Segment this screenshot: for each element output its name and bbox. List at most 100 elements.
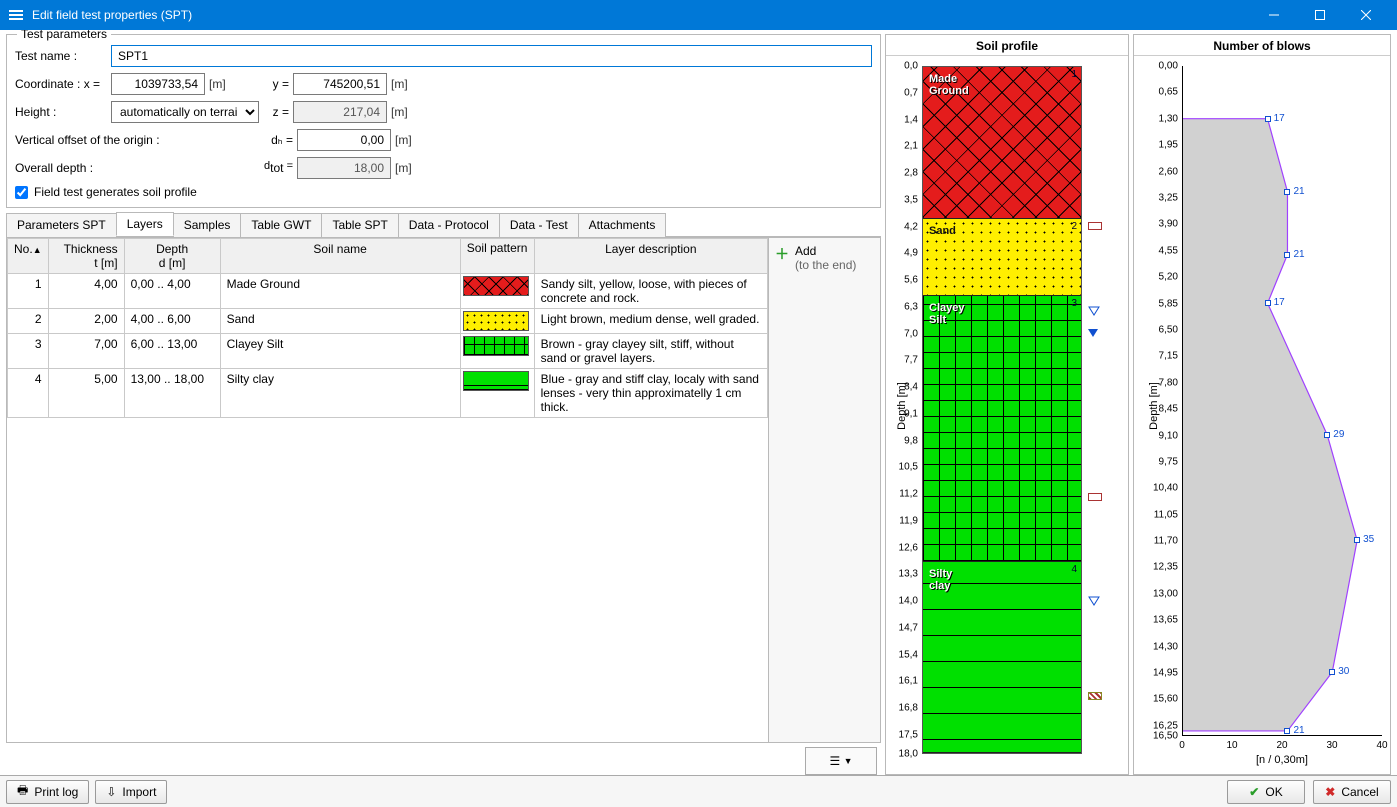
soil-layer: Sand2 <box>923 219 1081 295</box>
layers-table[interactable]: No.▲ Thicknesst [m] Depthd [m] Soil name… <box>7 238 768 418</box>
depth-tick: 0,0 <box>904 61 918 72</box>
offset-label: Vertical offset of the origin : <box>15 133 265 147</box>
overall-depth-label: Overall depth : <box>15 161 261 175</box>
coord-y-input[interactable] <box>293 73 387 95</box>
depth-tick: 15,4 <box>899 649 918 660</box>
soil-layer: Siltyclay4 <box>923 562 1081 753</box>
depth-tick: 4,2 <box>904 221 918 232</box>
tab-layers[interactable]: Layers <box>116 212 174 236</box>
test-parameters-group: Test parameters Test name : Coordinate :… <box>6 34 881 208</box>
add-row-button[interactable]: ＋ Add(to the end) <box>773 242 876 274</box>
depth-tick: 9,1 <box>904 408 918 419</box>
blow-point <box>1284 189 1290 195</box>
blow-point <box>1284 252 1290 258</box>
printer-icon: 🖶 <box>17 781 28 802</box>
blow-depth-tick: 12,35 <box>1153 562 1178 573</box>
blow-depth-tick: 11,70 <box>1154 536 1178 547</box>
height-label: Height : <box>15 105 111 119</box>
depth-tick: 17,5 <box>899 729 918 740</box>
depth-tick: 11,2 <box>899 489 918 500</box>
blow-point <box>1284 728 1290 734</box>
footer: 🖶 Print log ⇩ Import ✔ OK ✖ Cancel <box>0 775 1397 807</box>
table-row[interactable]: 14,000,00 .. 4,00Made GroundSandy silt, … <box>8 274 768 309</box>
plus-icon: ＋ <box>775 244 789 264</box>
app-icon <box>8 7 24 23</box>
ok-button[interactable]: ✔ OK <box>1227 780 1305 804</box>
import-button[interactable]: ⇩ Import <box>95 780 167 804</box>
blow-depth-tick: 16,50 <box>1153 731 1178 742</box>
dh-input[interactable] <box>297 129 391 151</box>
depth-tick: 10,5 <box>899 462 918 473</box>
soil-profile-panel: Soil profile Depth [m] 0,00,71,42,12,83,… <box>885 34 1129 775</box>
print-log-button[interactable]: 🖶 Print log <box>6 780 89 804</box>
table-row[interactable]: 22,004,00 .. 6,00SandLight brown, medium… <box>8 309 768 334</box>
soil-column: MadeGround1Sand2ClayeySilt3Siltyclay4 <box>922 66 1082 754</box>
coord-y-label: y = <box>265 77 293 91</box>
blow-depth-tick: 4,55 <box>1159 245 1178 256</box>
tab-samples[interactable]: Samples <box>173 213 242 237</box>
blow-depth-tick: 0,65 <box>1159 87 1178 98</box>
import-icon: ⇩ <box>106 785 116 799</box>
test-name-input[interactable] <box>111 45 872 67</box>
soil-profile-title: Soil profile <box>886 35 1128 56</box>
blow-x-tick: 0 <box>1179 740 1185 751</box>
table-row[interactable]: 45,0013,00 .. 18,00Silty clayBlue - gray… <box>8 369 768 418</box>
depth-tick: 2,8 <box>904 168 918 179</box>
blow-point-label: 17 <box>1274 113 1285 124</box>
add-label: Add <box>795 244 856 258</box>
tab-table-gwt[interactable]: Table GWT <box>240 213 322 237</box>
depth-tick: 11,9 <box>899 515 918 526</box>
profile-marker <box>1088 222 1118 230</box>
tab-table-spt[interactable]: Table SPT <box>321 213 398 237</box>
blow-depth-tick: 2,60 <box>1159 166 1178 177</box>
list-options-button[interactable]: ☰ ▼ <box>805 747 877 775</box>
tab-attachments[interactable]: Attachments <box>578 213 667 237</box>
soil-layer: MadeGround1 <box>923 67 1081 219</box>
blow-depth-tick: 15,60 <box>1153 694 1178 705</box>
blow-point-label: 21 <box>1293 186 1304 197</box>
list-icon: ☰ <box>829 754 840 768</box>
depth-tick: 18,0 <box>899 749 918 760</box>
pattern-swatch <box>463 311 529 331</box>
maximize-button[interactable] <box>1297 0 1343 30</box>
blow-depth-tick: 13,65 <box>1153 615 1178 626</box>
minimize-button[interactable] <box>1251 0 1297 30</box>
tab-parameters-spt[interactable]: Parameters SPT <box>6 213 117 237</box>
depth-tick: 14,0 <box>899 596 918 607</box>
tab-data-test[interactable]: Data - Test <box>499 213 579 237</box>
x-icon: ✖ <box>1325 785 1335 799</box>
col-pattern-header: Soil pattern <box>460 239 534 274</box>
blow-depth-tick: 14,95 <box>1153 668 1178 679</box>
layers-table-wrap: No.▲ Thicknesst [m] Depthd [m] Soil name… <box>6 237 881 743</box>
group-legend: Test parameters <box>17 30 111 41</box>
generate-profile-checkbox[interactable] <box>15 186 28 199</box>
close-button[interactable] <box>1343 0 1389 30</box>
profile-marker <box>1088 306 1118 319</box>
tab-data-protocol[interactable]: Data - Protocol <box>398 213 500 237</box>
blow-point <box>1265 116 1271 122</box>
window-title: Edit field test properties (SPT) <box>32 8 1251 22</box>
cancel-button[interactable]: ✖ Cancel <box>1313 780 1391 804</box>
blow-depth-tick: 14,30 <box>1153 641 1178 652</box>
blow-depth-tick: 5,20 <box>1159 272 1178 283</box>
check-icon: ✔ <box>1249 785 1259 799</box>
blow-depth-tick: 9,75 <box>1159 456 1178 467</box>
depth-tick: 9,8 <box>904 435 918 446</box>
coord-x-input[interactable] <box>111 73 205 95</box>
height-mode-select[interactable]: automatically on terrain <box>111 101 259 123</box>
blow-x-tick: 40 <box>1376 740 1387 751</box>
table-row[interactable]: 37,006,00 .. 13,00Clayey SiltBrown - gra… <box>8 334 768 369</box>
blow-depth-tick: 11,05 <box>1154 509 1178 520</box>
blow-depth-tick: 1,30 <box>1159 113 1178 124</box>
blow-point <box>1265 300 1271 306</box>
tab-bar: Parameters SPTLayersSamplesTable GWTTabl… <box>6 212 881 237</box>
blow-x-tick: 30 <box>1326 740 1337 751</box>
depth-tick: 3,5 <box>904 194 918 205</box>
blow-depth-tick: 6,50 <box>1159 324 1178 335</box>
blow-depth-tick: 7,15 <box>1159 351 1178 362</box>
blow-depth-tick: 3,25 <box>1159 192 1178 203</box>
profile-marker <box>1088 329 1118 337</box>
blow-depth-tick: 13,00 <box>1153 588 1178 599</box>
unit-m: [m] <box>391 161 421 175</box>
depth-tick: 1,4 <box>904 114 918 125</box>
